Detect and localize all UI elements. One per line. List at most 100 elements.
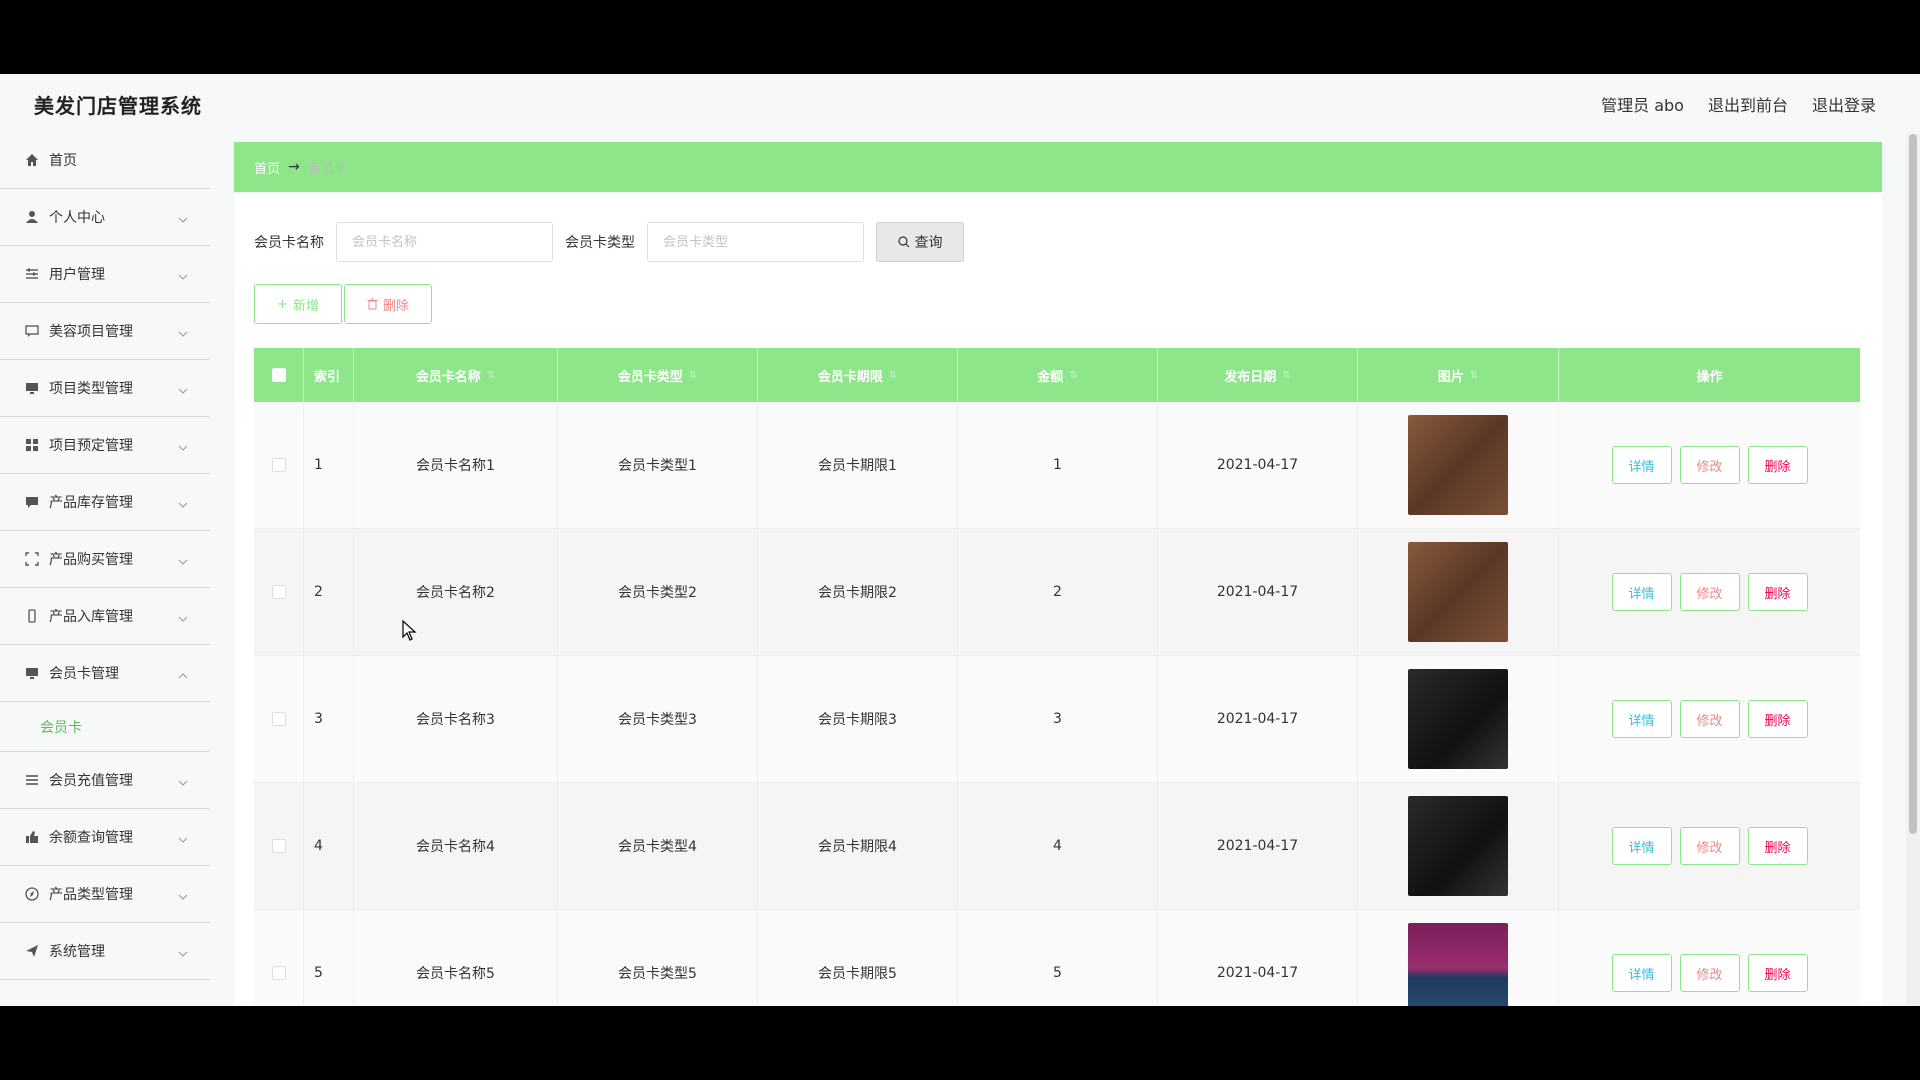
sidebar-item-12[interactable]: 产品类型管理 [0, 866, 210, 923]
detail-button[interactable]: 详情 [1611, 827, 1672, 865]
cell-index: 2 [304, 529, 354, 655]
sidebar-item-6[interactable]: 产品库存管理 [0, 474, 210, 531]
table-row: 5 会员卡名称5 会员卡类型5 会员卡期限5 5 2021-04-17 详情 修改 删除 [254, 910, 1860, 1006]
sort-icon[interactable]: ⇅ [487, 370, 495, 381]
sidebar-item-13[interactable]: 系统管理 [0, 923, 210, 980]
cell-name: 会员卡名称5 [354, 910, 558, 1006]
column-header[interactable]: 会员卡名称 ⇅ [354, 348, 558, 402]
sidebar-item-label: 项目预定管理 [49, 438, 133, 454]
sort-icon[interactable]: ⇅ [1470, 370, 1478, 381]
row-checkbox[interactable] [254, 910, 304, 1006]
add-button[interactable]: + 新增 [254, 284, 342, 324]
edit-button[interactable]: 修改 [1679, 827, 1740, 865]
sort-icon[interactable]: ⇅ [1282, 370, 1290, 381]
query-button[interactable]: 查询 [876, 222, 964, 262]
card-type-input[interactable] [647, 222, 864, 262]
sidebar-subitem-member-card[interactable]: 会员卡 [0, 702, 210, 752]
breadcrumb-home[interactable]: 首页 [254, 158, 280, 177]
card-thumbnail[interactable] [1408, 669, 1508, 769]
cell-term: 会员卡期限1 [758, 402, 958, 528]
row-checkbox[interactable] [254, 402, 304, 528]
column-header[interactable]: 会员卡类型 ⇅ [558, 348, 758, 402]
delete-row-button[interactable]: 删除 [1747, 827, 1808, 865]
delete-row-button[interactable]: 删除 [1747, 446, 1808, 484]
sidebar-item-1[interactable]: 个人中心 [0, 189, 210, 246]
cell-type: 会员卡类型1 [558, 402, 758, 528]
edit-button[interactable]: 修改 [1679, 700, 1740, 738]
sidebar-item-2[interactable]: 用户管理 [0, 246, 210, 303]
detail-button[interactable]: 详情 [1611, 954, 1672, 992]
cell-type: 会员卡类型5 [558, 910, 758, 1006]
card-thumbnail[interactable] [1408, 796, 1508, 896]
sort-icon[interactable]: ⇅ [889, 370, 897, 381]
sidebar-item-7[interactable]: 产品购买管理 [0, 531, 210, 588]
card-name-label: 会员卡名称 [254, 235, 324, 251]
sidebar-item-11[interactable]: 余额查询管理 [0, 809, 210, 866]
chevron-down-icon [178, 888, 188, 904]
mouse-cursor-icon [402, 620, 417, 641]
cell-amount: 1 [958, 402, 1158, 528]
select-all-checkbox[interactable] [254, 348, 304, 402]
logout-link[interactable]: 退出登录 [1812, 92, 1876, 116]
edit-button[interactable]: 修改 [1679, 573, 1740, 611]
row-checkbox[interactable] [254, 783, 304, 909]
row-checkbox[interactable] [254, 656, 304, 782]
card-name-input[interactable] [336, 222, 553, 262]
detail-button[interactable]: 详情 [1611, 573, 1672, 611]
column-header-label: 会员卡名称 [415, 369, 481, 385]
detail-button[interactable]: 详情 [1611, 700, 1672, 738]
page-scrollbar[interactable] [1906, 134, 1920, 1006]
compass-icon [24, 886, 40, 902]
delete-row-button[interactable]: 删除 [1747, 573, 1808, 611]
phone-icon [24, 608, 40, 624]
column-header[interactable]: 金额 ⇅ [958, 348, 1158, 402]
chevron-down-icon [178, 382, 188, 398]
chevron-down-icon [178, 774, 188, 790]
delete-row-button[interactable]: 删除 [1747, 700, 1808, 738]
detail-button[interactable]: 详情 [1611, 446, 1672, 484]
cell-image [1358, 402, 1559, 528]
cell-name: 会员卡名称2 [354, 529, 558, 655]
card-thumbnail[interactable] [1408, 923, 1508, 1006]
sort-icon[interactable]: ⇅ [689, 370, 697, 381]
sidebar-item-0[interactable]: 首页 [0, 132, 210, 189]
table-header: 索引 会员卡名称 ⇅ 会员卡类型 ⇅ 会员卡期限 ⇅ 金额 ⇅ 发布日期 ⇅ 图片 ⇅ 操作 [254, 348, 1860, 402]
cell-date: 2021-04-17 [1158, 529, 1358, 655]
breadcrumb-arrow: → [288, 159, 300, 175]
column-header: 索引 [304, 348, 354, 402]
scrollbar-thumb[interactable] [1909, 134, 1917, 834]
cell-image [1358, 783, 1559, 909]
sidebar-item-label: 会员充值管理 [49, 773, 133, 789]
chevron-down-icon [178, 268, 188, 284]
add-button-label: 新增 [292, 298, 319, 314]
delete-row-button[interactable]: 删除 [1747, 954, 1808, 992]
sidebar-item-10[interactable]: 会员充值管理 [0, 752, 210, 809]
sidebar-item-3[interactable]: 美容项目管理 [0, 303, 210, 360]
sidebar-item-9[interactable]: 会员卡管理 [0, 645, 210, 702]
card-thumbnail[interactable] [1408, 542, 1508, 642]
sidebar-item-4[interactable]: 项目类型管理 [0, 360, 210, 417]
column-header[interactable]: 发布日期 ⇅ [1158, 348, 1358, 402]
column-header[interactable]: 图片 ⇅ [1358, 348, 1559, 402]
cell-name: 会员卡名称1 [354, 402, 558, 528]
plus-icon: + [277, 296, 288, 312]
card-thumbnail[interactable] [1408, 415, 1508, 515]
bulk-delete-button[interactable]: 删除 [344, 284, 432, 324]
chevron-down-icon [178, 610, 188, 626]
sort-icon[interactable]: ⇅ [1069, 370, 1077, 381]
column-header: 操作 [1559, 348, 1860, 402]
edit-button[interactable]: 修改 [1679, 446, 1740, 484]
cell-image [1358, 529, 1559, 655]
cell-actions: 详情 修改 删除 [1559, 656, 1860, 782]
sidebar-item-label: 产品入库管理 [49, 609, 133, 625]
cell-type: 会员卡类型4 [558, 783, 758, 909]
sidebar-item-8[interactable]: 产品入库管理 [0, 588, 210, 645]
cell-amount: 4 [958, 783, 1158, 909]
edit-button[interactable]: 修改 [1679, 954, 1740, 992]
sidebar-item-5[interactable]: 项目预定管理 [0, 417, 210, 474]
chat-icon [24, 323, 40, 339]
exit-to-front-link[interactable]: 退出到前台 [1708, 92, 1788, 116]
column-header-label: 操作 [1696, 369, 1723, 385]
column-header[interactable]: 会员卡期限 ⇅ [758, 348, 958, 402]
row-checkbox[interactable] [254, 529, 304, 655]
